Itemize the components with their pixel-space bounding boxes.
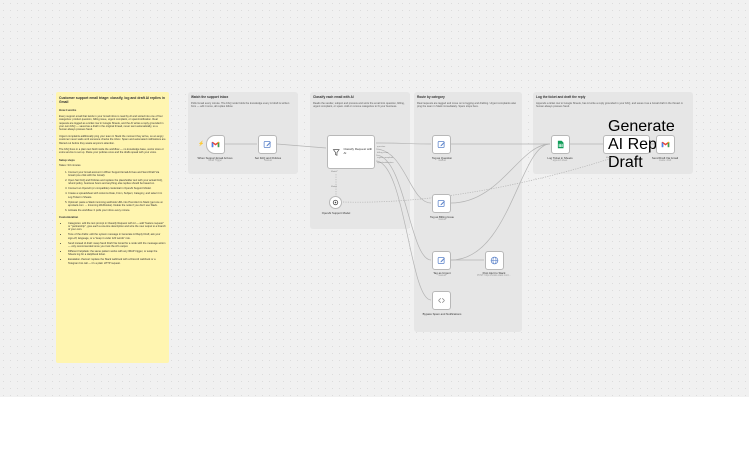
sheets-icon <box>557 140 564 149</box>
main-note-title: Customer support email triage: classify,… <box>59 96 165 105</box>
node-title: Classify Request with AI <box>343 147 373 155</box>
node-label: OpenAI Support Model <box>313 211 359 215</box>
node-label: Tag as Question manual <box>419 156 465 164</box>
setup-heading: Setup steps <box>59 157 75 162</box>
text-classifier-icon <box>332 148 340 156</box>
section-route[interactable]: Route by category Real requests are tagg… <box>414 92 522 332</box>
setup-step: Open Set FAQ and Policies and replace th… <box>68 179 166 186</box>
node-label: When Support Email Arrives Gmail Trigger <box>192 156 238 164</box>
how-paragraph-2: Urgent complaints additionally ping your… <box>59 134 166 145</box>
customization-list: Categories: edit the text prompt in Clas… <box>59 222 166 265</box>
gmail-icon <box>211 141 220 148</box>
section-text: Appends a ticket row to Google Sheets, h… <box>536 102 683 109</box>
arrows-bypass-icon <box>438 297 445 304</box>
setup-step: Activate the workflow. It polls your inb… <box>68 209 166 212</box>
workflow-canvas[interactable]: Customer support email triage: classify,… <box>0 0 749 397</box>
node-set-faq[interactable] <box>258 135 277 154</box>
node-post-slack[interactable] <box>485 251 504 270</box>
customization-item: Tone of the drafts: edit the system mess… <box>68 233 166 240</box>
node-classifier[interactable]: Classify Request with AI <box>327 135 375 169</box>
node-subtitle: manual <box>438 275 446 278</box>
section-text: Real requests are tagged and move on to … <box>417 102 517 109</box>
gmail-icon <box>661 141 670 148</box>
node-label: Send Draft Via Gmail create: draft <box>642 156 688 164</box>
node-send-draft[interactable] <box>656 135 675 154</box>
node-generate-reply[interactable]: Generate AI Reply Draft <box>603 118 675 171</box>
node-label: Tag as Urgent manual <box>419 271 465 279</box>
customization-item: Categories: edit the text prompt in Clas… <box>68 222 166 232</box>
section-title: Classify each email with AI <box>313 95 354 99</box>
node-label: Log Ticket in Sheets append: sheet <box>537 156 583 164</box>
section-text: Polls Gmail every minute. The FAQ node h… <box>191 102 290 109</box>
setup-steps-list: Connect your Gmail account in When Suppo… <box>59 171 166 213</box>
node-openai-model[interactable] <box>329 196 342 209</box>
setup-step: Connect an OpenAI (or compatible) creden… <box>68 187 166 190</box>
how-paragraph-3: The FAQ lives in a plain text field insi… <box>59 148 164 155</box>
setup-step: Create a spreadsheet with columns Date, … <box>68 192 166 199</box>
customization-item: Send instead of draft: swap Send Draft V… <box>68 242 166 249</box>
openai-icon <box>332 199 339 206</box>
node-subtitle: append: sheet <box>552 160 568 163</box>
section-title: Log the ticket and draft the reply <box>536 95 586 99</box>
globe-icon <box>490 256 499 265</box>
classifier-output-label: billing issue <box>377 152 389 154</box>
classifier-port-label: Model <box>331 186 337 188</box>
node-title: OpenAI Support Model <box>321 211 351 215</box>
classifier-output-label: urgent complaint <box>377 157 394 159</box>
node-tag-urgent[interactable] <box>432 251 451 270</box>
setup-step: Connect your Gmail account in When Suppo… <box>68 171 166 178</box>
classifier-output-label: question <box>377 146 386 148</box>
main-sticky-note[interactable]: Customer support email triage: classify,… <box>56 92 169 363</box>
pencil-edit-icon <box>263 141 271 148</box>
node-subtitle: create: draft <box>658 160 672 163</box>
pencil-edit-icon <box>437 200 445 207</box>
pencil-edit-icon <box>437 141 445 148</box>
node-tag-billing[interactable] <box>432 194 451 213</box>
node-label: Post Alert to Slack POST: https://hooks.… <box>471 271 517 279</box>
node-subtitle: manual <box>438 219 446 222</box>
node-subtitle: manual <box>438 160 446 163</box>
how-paragraph-1: Every support email that lands in your G… <box>59 114 164 132</box>
node-subtitle: POST: https://hooks.slack.com/... <box>477 275 511 278</box>
section-title: Route by category <box>417 95 445 99</box>
setup-step: Optional: paste a Slack incoming webhook… <box>68 201 166 208</box>
classifier-output-label: spam/notification <box>377 162 394 164</box>
customization-item: Escalation channel: replace the Slack we… <box>68 258 166 265</box>
node-tag-question[interactable] <box>432 135 451 154</box>
setup-time: Takes ≈10 minutes <box>59 164 81 168</box>
node-label: Set FAQ and Policies manual <box>245 156 291 164</box>
node-title: Bypass Spam and Notifications <box>422 312 462 316</box>
node-gmail-trigger[interactable] <box>206 135 225 154</box>
section-title: Watch the support inbox <box>191 95 229 99</box>
how-it-works-heading: How it works <box>59 108 77 113</box>
node-subtitle: Gmail Trigger <box>208 160 222 163</box>
node-label: Bypass Spam and Notifications <box>419 312 465 316</box>
node-log-sheets[interactable] <box>551 135 570 154</box>
agent-port-label: Model* <box>606 157 613 159</box>
node-label: Tag as Billing Issue manual <box>419 215 465 223</box>
pencil-edit-icon <box>437 257 445 264</box>
classifier-port-label: Model* <box>331 171 338 173</box>
section-text: Reads the sender, subject and preview an… <box>313 102 405 109</box>
customization-heading: Customization <box>59 215 79 220</box>
trigger-bolt-icon: ⚡ <box>198 141 205 147</box>
customization-item: Different helpdesk: the same pattern wor… <box>68 250 166 257</box>
empty-area <box>0 397 749 450</box>
node-bypass-spam[interactable] <box>432 291 451 310</box>
node-subtitle: manual <box>264 160 272 163</box>
